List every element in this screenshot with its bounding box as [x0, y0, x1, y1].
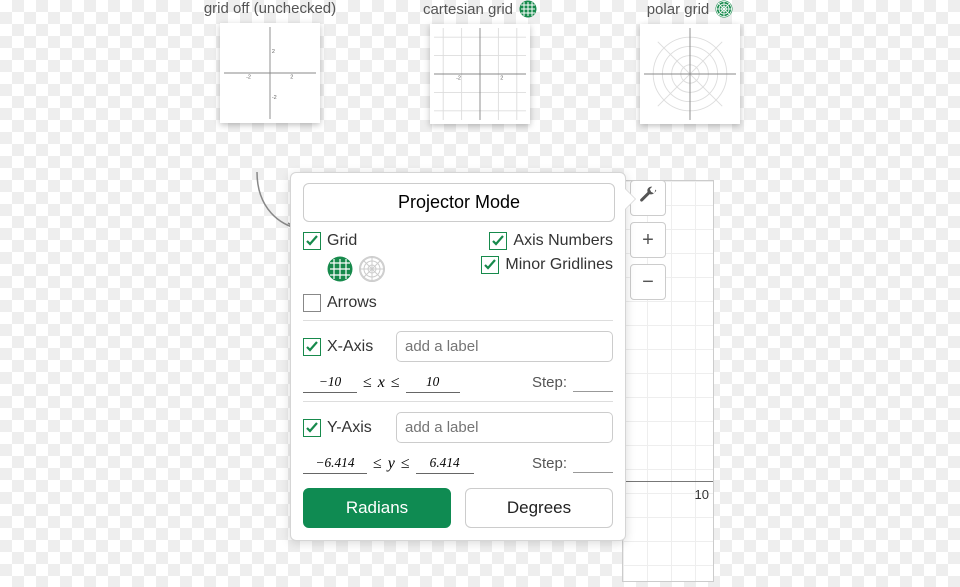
example-caption: cartesian grid [423, 1, 513, 18]
axis-tick-label: 10 [695, 487, 709, 502]
axis-numbers-checkbox[interactable] [489, 232, 507, 250]
thumb-grid-off: -2 2 2 -2 [220, 23, 320, 123]
y-min-input[interactable] [303, 453, 367, 474]
svg-text:-2: -2 [246, 75, 251, 81]
xaxis-label: X-Axis [327, 338, 373, 356]
projector-mode-button[interactable]: Projector Mode [303, 183, 615, 222]
step-label: Step: [532, 455, 567, 472]
xaxis-label-input[interactable] [396, 331, 613, 362]
example-polar: polar grid [605, 0, 775, 124]
cartesian-grid-icon [519, 0, 537, 18]
y-step-input[interactable] [573, 455, 613, 473]
grid-checkbox[interactable] [303, 232, 321, 250]
arrows-checkbox[interactable] [303, 294, 321, 312]
leq-symbol: ≤ [363, 374, 372, 392]
thumb-cartesian: -2 2 [430, 24, 530, 124]
y-var: y [388, 455, 395, 473]
cartesian-grid-toggle[interactable] [327, 256, 353, 282]
svg-text:-2: -2 [456, 76, 461, 82]
x-min-input[interactable] [303, 372, 357, 393]
minor-gridlines-label: Minor Gridlines [505, 256, 613, 274]
leq-symbol: ≤ [391, 374, 400, 392]
yaxis-label: Y-Axis [327, 419, 372, 437]
svg-text:2: 2 [290, 75, 293, 81]
yaxis-label-input[interactable] [396, 412, 613, 443]
x-step-input[interactable] [573, 374, 613, 392]
polar-grid-toggle[interactable] [359, 256, 385, 282]
divider [303, 401, 613, 402]
yaxis-checkbox[interactable] [303, 419, 321, 437]
graph-settings-panel: Projector Mode Grid Axis Numbers [290, 172, 626, 541]
thumb-polar [640, 24, 740, 124]
degrees-button[interactable]: Degrees [465, 488, 613, 528]
grid-label: Grid [327, 232, 357, 250]
example-caption: grid off (unchecked) [204, 0, 336, 17]
svg-text:2: 2 [272, 49, 275, 55]
y-max-input[interactable] [416, 453, 474, 474]
example-grid-off: grid off (unchecked) -2 2 2 -2 [185, 0, 355, 124]
leq-symbol: ≤ [401, 455, 410, 473]
axis-numbers-label: Axis Numbers [513, 232, 613, 250]
arrows-label: Arrows [327, 294, 377, 312]
svg-text:-2: -2 [272, 95, 277, 101]
example-cartesian: cartesian grid -2 2 [395, 0, 565, 124]
radians-button[interactable]: Radians [303, 488, 451, 528]
example-caption: polar grid [647, 1, 710, 18]
xaxis-checkbox[interactable] [303, 338, 321, 356]
svg-text:2: 2 [500, 76, 503, 82]
polar-grid-icon [715, 0, 733, 18]
minor-gridlines-checkbox[interactable] [481, 256, 499, 274]
leq-symbol: ≤ [373, 455, 382, 473]
divider [303, 320, 613, 321]
step-label: Step: [532, 374, 567, 391]
x-max-input[interactable] [406, 372, 460, 393]
x-var: x [378, 374, 385, 392]
examples-row: grid off (unchecked) -2 2 2 -2 cartesian g… [0, 0, 960, 124]
